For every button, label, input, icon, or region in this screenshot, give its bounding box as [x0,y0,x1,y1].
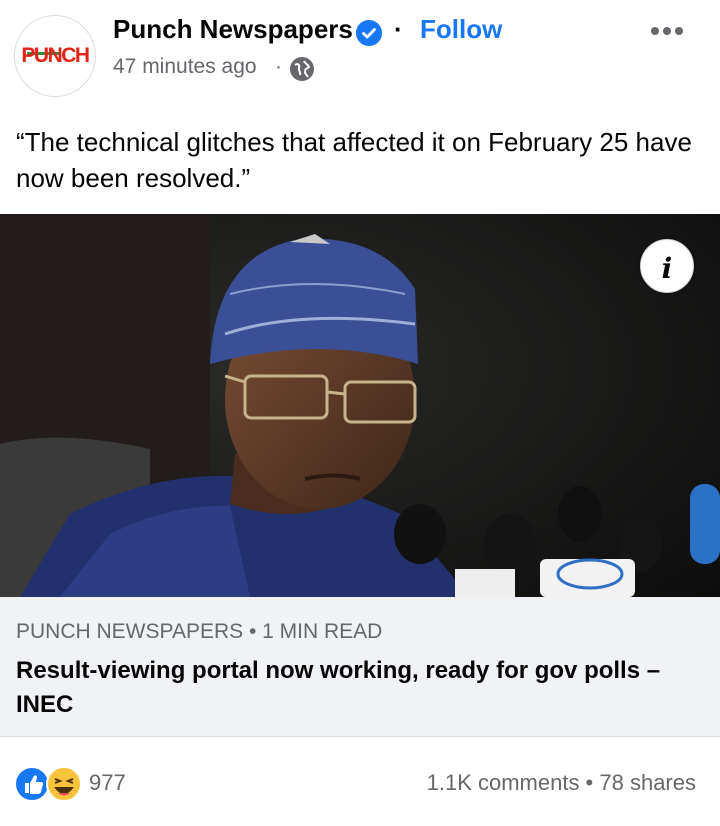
header-separator: · [394,14,403,44]
article-photo[interactable] [0,214,720,597]
globe-icon [290,57,314,81]
post-timestamp[interactable]: 47 minutes ago [113,55,257,79]
like-icon [14,766,50,802]
link-source: PUNCH NEWSPAPERS • 1 MIN READ [16,620,383,643]
verified-badge-icon [356,20,382,46]
link-title[interactable]: Result-viewing portal now working, ready… [16,654,696,722]
more-options-icon[interactable] [648,20,686,42]
reaction-count[interactable]: 977 [89,770,126,796]
reactions-summary[interactable] [14,764,84,804]
punch-logo: PUNCH [21,44,90,67]
info-button[interactable]: i [640,239,694,293]
page-name[interactable]: Punch Newspapers [113,14,353,45]
timestamp-separator: · [275,55,282,78]
post-header: PUNCH Punch Newspapers · Follow 47 minut… [0,0,720,110]
info-icon: i [661,252,673,285]
haha-icon [46,766,82,802]
comments-shares-count[interactable]: 1.1K comments • 78 shares [427,770,696,796]
post-text: “The technical glitches that affected it… [16,127,692,193]
photo-illustration [0,214,720,597]
follow-button[interactable]: Follow [420,14,502,45]
page-avatar[interactable]: PUNCH [14,15,96,97]
